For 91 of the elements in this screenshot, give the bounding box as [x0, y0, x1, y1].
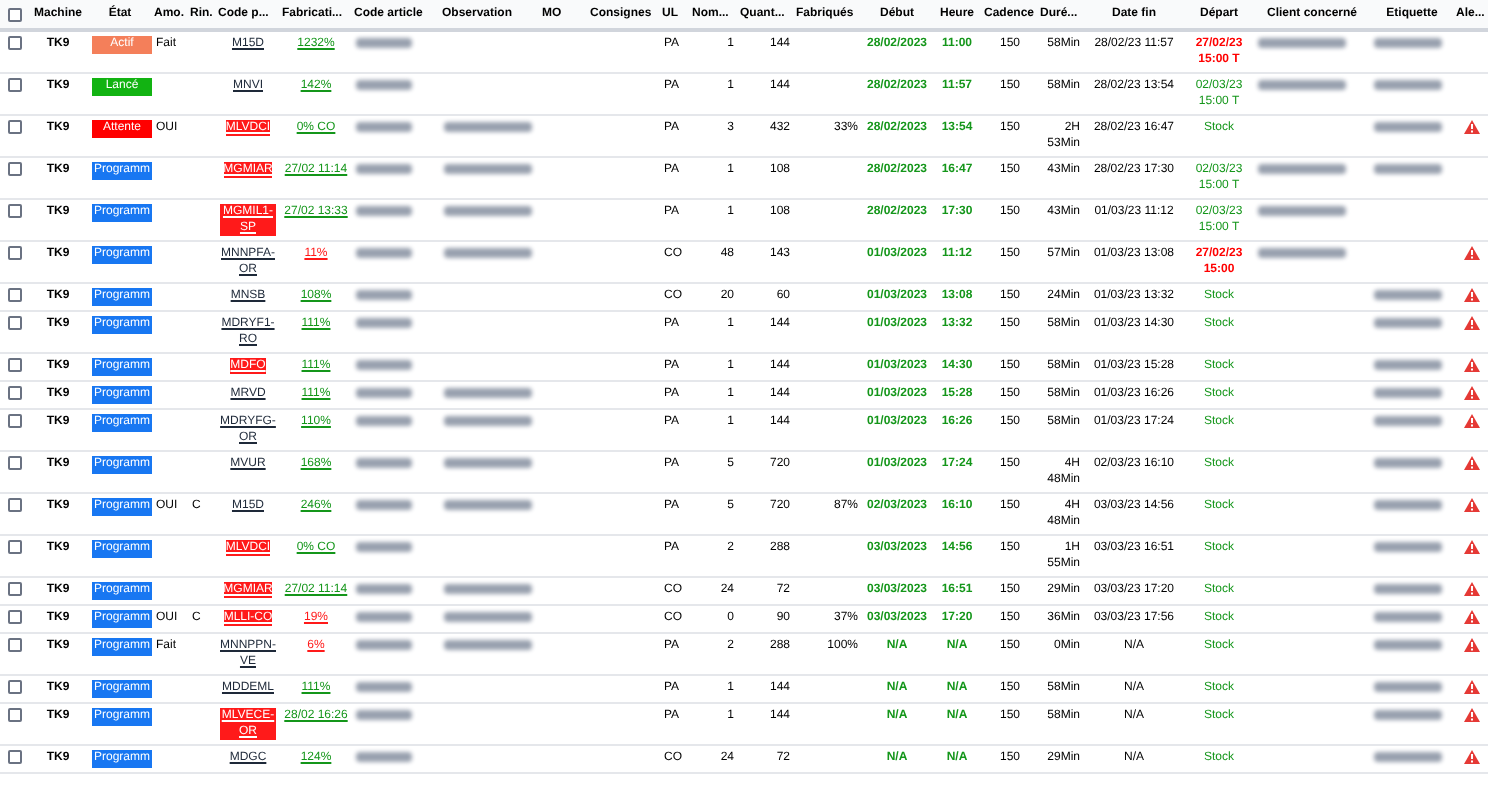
blurred-text	[1258, 206, 1346, 216]
row-checkbox[interactable]	[7, 638, 21, 652]
blurred-text	[444, 416, 532, 426]
blurred-text	[356, 584, 412, 594]
blurred-text	[444, 500, 532, 510]
row-checkbox[interactable]	[7, 162, 21, 176]
row-checkbox[interactable]	[7, 750, 21, 764]
row-checkbox[interactable]	[7, 120, 21, 134]
row-checkbox[interactable]	[7, 204, 21, 218]
warning-icon	[1463, 288, 1479, 302]
blurred-text	[356, 80, 412, 90]
row-checkbox[interactable]	[7, 582, 21, 596]
blurred-text	[1374, 290, 1442, 300]
blurred-text	[444, 206, 532, 216]
warning-icon	[1463, 750, 1479, 764]
row-checkbox[interactable]	[7, 36, 21, 50]
row-checkbox[interactable]	[7, 456, 21, 470]
row-checkbox[interactable]	[7, 246, 21, 260]
blurred-text	[1374, 500, 1442, 510]
blurred-text	[1374, 318, 1442, 328]
blurred-text	[356, 458, 412, 468]
blurred-text	[356, 122, 412, 132]
blurred-text	[1374, 682, 1442, 692]
blurred-text	[1258, 248, 1346, 258]
blurred-text	[1374, 542, 1442, 552]
blurred-text	[1258, 38, 1346, 48]
blurred-text	[1374, 752, 1442, 762]
blurred-text	[356, 290, 412, 300]
blurred-text	[444, 584, 532, 594]
blurred-text	[1374, 612, 1442, 622]
blurred-text	[356, 206, 412, 216]
warning-icon	[1463, 246, 1479, 260]
row-checkbox[interactable]	[7, 386, 21, 400]
warning-icon	[1463, 638, 1479, 652]
warning-icon	[1463, 708, 1479, 722]
warning-icon	[1463, 540, 1479, 554]
blurred-text	[1374, 458, 1442, 468]
warning-icon	[1463, 386, 1479, 400]
row-checkbox[interactable]	[7, 540, 21, 554]
row-checkbox[interactable]	[7, 414, 21, 428]
blurred-text	[356, 752, 412, 762]
blurred-text	[356, 318, 412, 328]
blurred-text	[1374, 38, 1442, 48]
warning-icon	[1463, 358, 1479, 372]
warning-icon	[1463, 316, 1479, 330]
blurred-text	[356, 500, 412, 510]
blurred-text	[1374, 710, 1442, 720]
blurred-text	[1374, 388, 1442, 398]
blurred-text	[444, 122, 532, 132]
row-checkbox[interactable]	[7, 316, 21, 330]
blurred-text	[1374, 122, 1442, 132]
blurred-text	[444, 388, 532, 398]
blurred-text	[1374, 640, 1442, 650]
row-checkbox[interactable]	[7, 78, 21, 92]
warning-icon	[1463, 610, 1479, 624]
warning-icon	[1463, 120, 1479, 134]
blurred-text	[356, 682, 412, 692]
blurred-text	[356, 710, 412, 720]
blurred-text	[356, 388, 412, 398]
row-checkbox[interactable]	[7, 610, 21, 624]
row-checkbox[interactable]	[7, 358, 21, 372]
row-checkbox[interactable]	[7, 288, 21, 302]
blurred-text	[1258, 164, 1346, 174]
blurred-text	[444, 458, 532, 468]
warning-icon	[1463, 414, 1479, 428]
blurred-text	[1374, 416, 1442, 426]
warning-icon	[1463, 498, 1479, 512]
blurred-text	[356, 248, 412, 258]
warning-icon	[1463, 582, 1479, 596]
row-checkbox[interactable]	[7, 498, 21, 512]
warning-icon	[1463, 456, 1479, 470]
blurred-text	[444, 640, 532, 650]
warning-icon	[1463, 680, 1479, 694]
blurred-text	[356, 38, 412, 48]
blurred-text	[1374, 80, 1442, 90]
blurred-text	[444, 164, 532, 174]
blurred-text	[1374, 584, 1442, 594]
blurred-text	[444, 248, 532, 258]
blurred-text	[1374, 360, 1442, 370]
blurred-text	[356, 542, 412, 552]
blurred-text	[356, 360, 412, 370]
row-checkbox[interactable]	[7, 680, 21, 694]
blurred-text	[1374, 164, 1442, 174]
blurred-text	[356, 612, 412, 622]
blurred-text	[356, 640, 412, 650]
blurred-text	[444, 612, 532, 622]
row-checkbox[interactable]	[7, 708, 21, 722]
blurred-text	[356, 164, 412, 174]
blurred-text	[356, 416, 412, 426]
select-all-checkbox[interactable]	[7, 7, 21, 21]
blurred-text	[1258, 80, 1346, 90]
